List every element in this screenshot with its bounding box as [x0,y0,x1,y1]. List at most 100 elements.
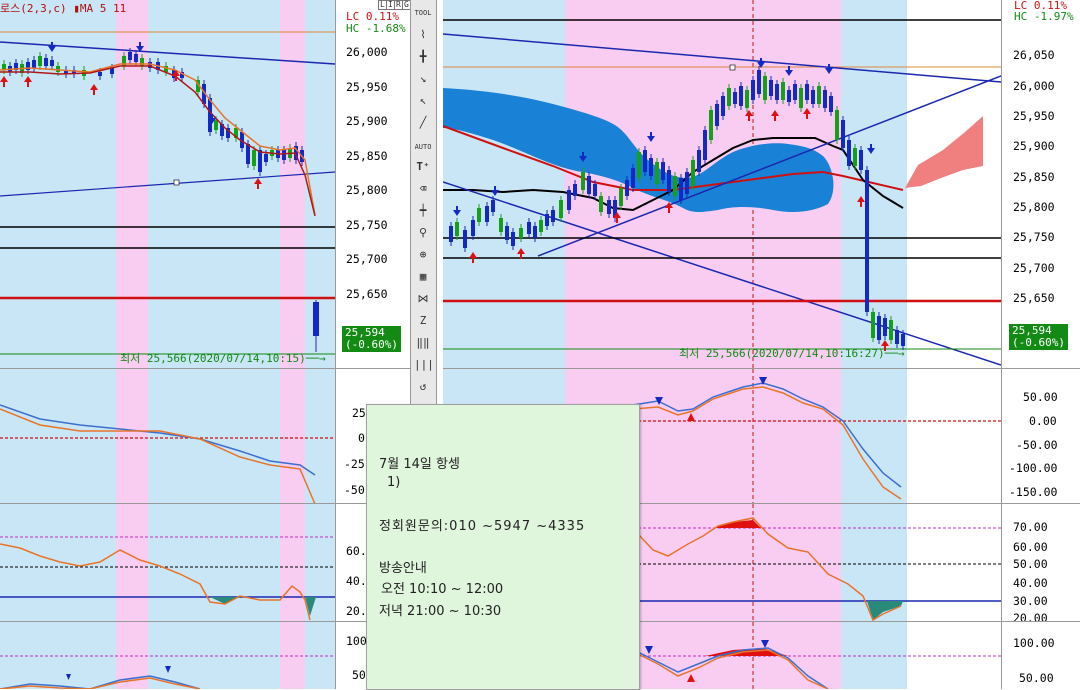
left-osc3-tick: 50 [352,668,366,682]
candle-body [655,162,659,184]
right-price-tick: 25,800 [1013,200,1055,214]
line-draw-icon[interactable]: ╱ [414,114,432,132]
candle-body [134,54,138,62]
candle-body [581,172,585,190]
candle-body [721,96,725,116]
left-osc3-pane[interactable] [0,621,335,689]
candle-body [775,84,779,100]
search-icon[interactable]: ⊕ [414,246,432,264]
left-osc2-pane[interactable] [0,503,335,622]
candle-body [697,150,701,172]
candle-body [128,52,132,60]
refresh-icon[interactable]: ↺ [414,378,432,396]
candle-body [895,330,899,344]
right-osc1-tick: -150.00 [1009,485,1058,499]
left-osc1-pane[interactable] [0,368,335,504]
left-price-tick: 25,950 [346,80,388,94]
right-osc1-tick: 50.00 [1023,390,1058,404]
candle-body [455,222,459,236]
candle-body [98,72,102,76]
zoom-icon[interactable]: ⚲ [414,224,432,242]
eraser-icon[interactable]: ⌫ [414,180,432,198]
candle-body [573,184,577,196]
right-osc1-tick: -100.00 [1009,461,1058,475]
left-osc1-tick: 0 [358,431,365,445]
candle-body [449,226,453,242]
right-osc1-axis: 50.00 0.00 -50.00 -100.00 -150.00 [1001,368,1080,504]
candle-body [661,162,665,180]
left-price-axis: LC 0.11% HC -1.68% L I R G 26,000 25,950… [335,0,411,368]
candle-body [817,86,821,104]
columns-icon[interactable]: ||| [414,356,434,374]
left-hc-label: HC -1.68% [346,22,406,35]
ray-line-icon[interactable]: ↖ [414,92,432,110]
chart-type-icon[interactable]: ⌇ [414,26,432,44]
left-osc3-tick: 100 [346,634,367,648]
crosshair-line-icon[interactable]: ╋ [414,48,432,66]
candle-body [607,200,611,214]
right-price-pane[interactable]: 최저 25,566(2020/07/14,10:16:27)──→ [443,0,1001,368]
candle-body [491,200,495,212]
candle-body [38,56,42,66]
left-price-tick: 25,850 [346,149,388,163]
grid-icon[interactable]: ▦ [414,268,432,286]
right-price-tick: 26,000 [1013,79,1055,93]
right-low-note: 최저 25,566(2020/07/14,10:16:27)──→ [679,347,905,360]
candle-body [871,312,875,338]
candle-body [587,176,591,194]
candle-body [733,92,737,104]
candle-body [715,104,719,126]
candle-body [805,84,809,100]
tool-label[interactable]: TOOL [414,4,432,22]
right-osc2-tick: 30.00 [1013,594,1048,608]
candle-body [703,130,707,160]
left-low-note: 최저 25,566(2020/07/14,10:15)──→ [120,352,326,365]
candle-body [258,150,262,172]
candle-body [567,190,571,210]
candle-body [673,176,677,196]
candle-body [551,210,555,222]
trendline-icon[interactable]: ↘ [414,70,432,88]
left-price-pane[interactable]: 로스(2,3,c) ▮MA 5 11 최저 25,566(2020/07/14,… [0,0,335,368]
candle-body [214,120,218,130]
right-price-tick: 26,050 [1013,48,1055,62]
left-price-tick: 25,650 [346,287,388,301]
right-price-tick: 25,850 [1013,170,1055,184]
candle-body [787,90,791,102]
broadcast-info-popup[interactable]: 7월 14일 항셍 1) 정회원문의:010 ~5947 ~4335 방송안내 … [366,404,640,690]
left-price-tick: 26,000 [346,45,388,59]
candle-body [625,180,629,196]
text-tool-icon[interactable]: T⁺ [414,158,432,176]
left-osc1-chart [0,369,335,504]
candle-body [619,188,623,206]
candle-body [685,172,689,194]
candle-body [637,152,641,178]
candle-body [643,150,647,172]
candle-body [889,320,893,340]
candle-body [793,84,797,100]
right-price-axis: LC 0.11% HC -1.97% 26,050 26,000 25,950 … [1001,0,1080,368]
candle-body [463,230,467,248]
bars-icon[interactable]: ‖‖ [414,334,432,352]
candle-body [709,110,713,140]
right-osc1-tick: 0.00 [1029,414,1057,428]
popup-title: 7월 14일 항셍 [379,457,460,472]
candle-body [841,120,845,148]
candle-body [599,196,603,212]
candle-body [246,144,250,164]
right-osc3-axis: 100.00 50.00 [1001,621,1080,689]
candle-body [799,88,803,108]
auto-label[interactable]: AUTO [414,138,432,156]
left-price-tick: 25,750 [346,218,388,232]
right-current-price-tag: 25,594 (-0.60%) [1009,324,1068,350]
candle-body [679,178,683,200]
zigzag-icon[interactable]: Z [414,312,432,330]
candle-body [691,160,695,186]
candle-tool-icon[interactable]: ┿ [414,202,432,220]
pattern-icon[interactable]: ⋈ [414,290,432,308]
candle-body [545,214,549,226]
candle-body [835,110,839,140]
candle-body [823,90,827,108]
left-chart-legend: 로스(2,3,c) ▮MA 5 11 [0,2,127,15]
right-price-tick: 25,950 [1013,109,1055,123]
